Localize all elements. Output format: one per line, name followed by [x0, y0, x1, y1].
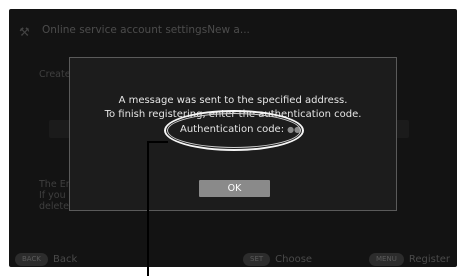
highlight-callout-inner-ring: [167, 113, 301, 148]
dialog-message-line: A message was sent to the specified addr…: [118, 95, 348, 106]
back-button[interactable]: BACK Back: [15, 252, 77, 266]
tools-icon: ⚒: [19, 25, 30, 39]
choose-button[interactable]: SET Choose: [243, 252, 312, 266]
callout-leader-line: [147, 141, 168, 143]
callout-leader-line: [147, 143, 149, 276]
register-button[interactable]: MENU Register: [369, 252, 450, 266]
background-note-line: If you: [39, 190, 66, 201]
choose-label: Choose: [275, 253, 313, 265]
menu-key-badge: MENU: [369, 252, 404, 266]
back-key-badge: BACK: [15, 252, 48, 266]
ok-button[interactable]: OK: [199, 180, 270, 197]
background-note-line: The En: [39, 179, 72, 190]
register-label: Register: [408, 253, 450, 265]
back-label: Back: [52, 253, 78, 265]
background-create-label: Create: [39, 69, 71, 80]
page-title: Online service account settingsNew a...: [42, 24, 250, 36]
background-note-line: delete: [39, 201, 69, 212]
set-key-badge: SET: [243, 252, 271, 266]
